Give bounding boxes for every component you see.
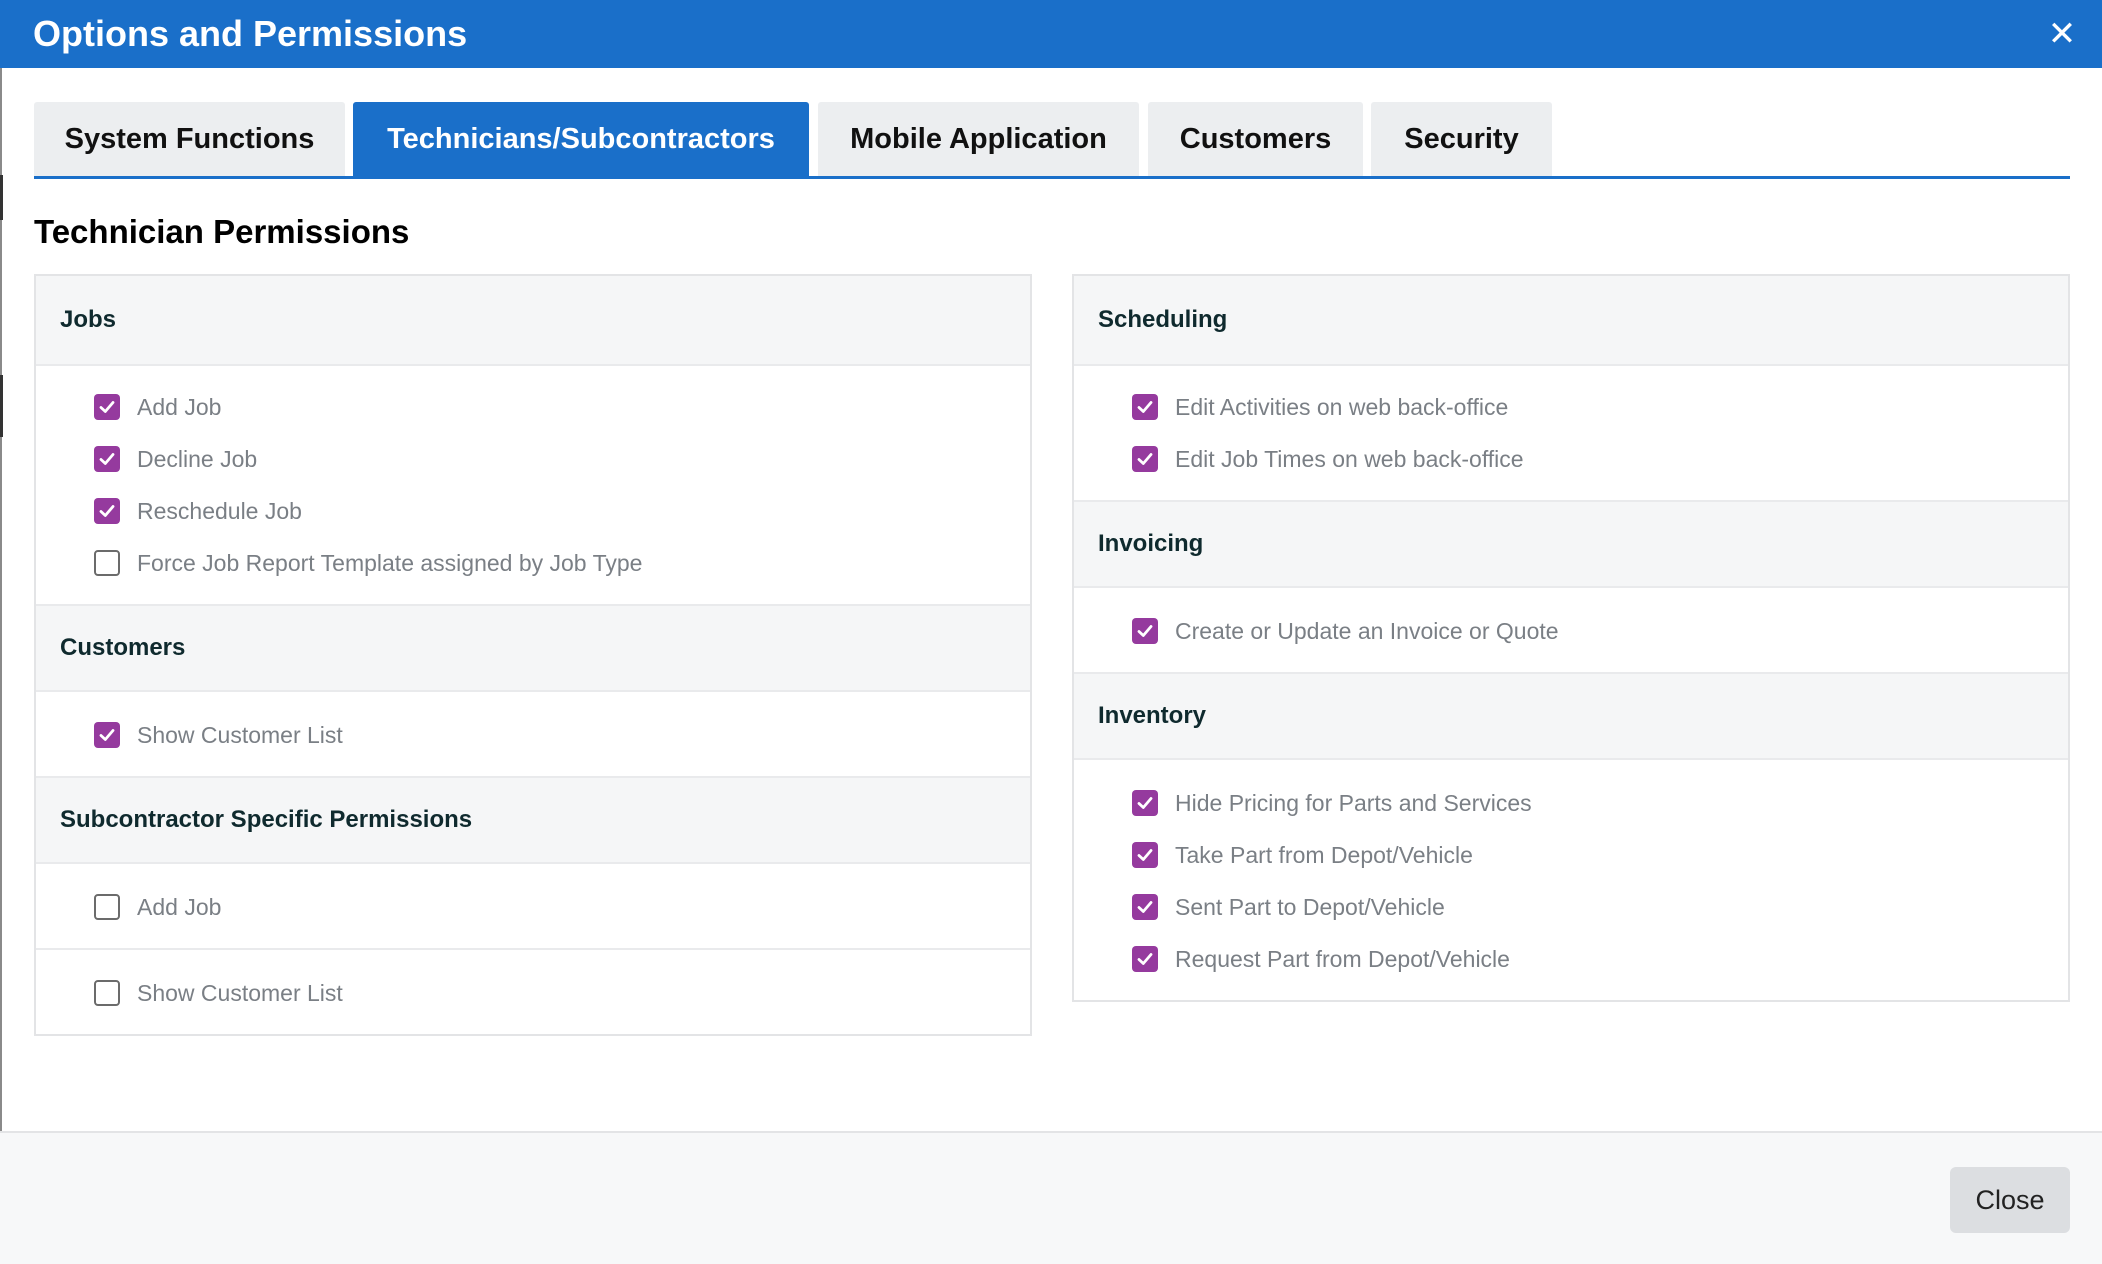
option-create-update-invoice[interactable]: Create or Update an Invoice or Quote	[1132, 613, 1559, 649]
group-header-invoicing: Invoicing	[1074, 500, 2068, 588]
option-label: Create or Update an Invoice or Quote	[1175, 617, 1559, 644]
option-label: Add Job	[137, 393, 222, 420]
checkbox-checked[interactable]	[94, 394, 120, 420]
left-permissions-panel: Jobs Add Job Decline Job Reschedule Job …	[34, 274, 1032, 1036]
window-edge-mark	[0, 175, 3, 220]
group-title: Jobs	[60, 306, 117, 333]
row-divider	[36, 948, 1030, 950]
option-hide-pricing[interactable]: Hide Pricing for Parts and Services	[1132, 785, 1532, 821]
option-label: Request Part from Depot/Vehicle	[1175, 945, 1510, 972]
option-label: Add Job	[137, 893, 222, 920]
option-decline-job[interactable]: Decline Job	[94, 441, 257, 477]
checkbox-checked[interactable]	[1132, 894, 1158, 920]
option-show-customer-list[interactable]: Show Customer List	[94, 717, 343, 753]
option-label: Edit Activities on web back-office	[1175, 393, 1509, 420]
checkbox-checked[interactable]	[1132, 946, 1158, 972]
close-button[interactable]: Close	[1950, 1167, 2070, 1233]
option-add-job[interactable]: Add Job	[94, 389, 221, 425]
option-label: Take Part from Depot/Vehicle	[1175, 841, 1473, 868]
option-label: Show Customer List	[137, 979, 343, 1006]
group-title: Invoicing	[1098, 530, 1204, 557]
option-force-job-report-template[interactable]: Force Job Report Template assigned by Jo…	[94, 545, 642, 581]
tab-system-functions[interactable]: System Functions	[34, 102, 345, 176]
checkbox-unchecked[interactable]	[94, 980, 120, 1006]
option-take-part[interactable]: Take Part from Depot/Vehicle	[1132, 837, 1473, 873]
checkbox-unchecked[interactable]	[94, 894, 120, 920]
group-header-inventory: Inventory	[1074, 672, 2068, 760]
close-icon[interactable]: ✕	[2044, 16, 2080, 52]
right-permissions-panel: Scheduling Edit Activities on web back-o…	[1072, 274, 2070, 1002]
checkbox-checked[interactable]	[1132, 618, 1158, 644]
dialog-title: Options and Permissions	[33, 13, 468, 54]
group-title: Scheduling	[1098, 306, 1228, 333]
option-label: Edit Job Times on web back-office	[1175, 445, 1524, 472]
group-header-subcontractor: Subcontractor Specific Permissions	[36, 776, 1030, 864]
option-subcontractor-show-customer-list[interactable]: Show Customer List	[94, 975, 343, 1011]
checkbox-checked[interactable]	[94, 498, 120, 524]
section-title: Technician Permissions	[34, 213, 410, 250]
option-sent-part[interactable]: Sent Part to Depot/Vehicle	[1132, 889, 1445, 925]
checkbox-checked[interactable]	[1132, 842, 1158, 868]
dialog-footer: Close	[0, 1131, 2102, 1264]
checkbox-checked[interactable]	[94, 722, 120, 748]
option-request-part[interactable]: Request Part from Depot/Vehicle	[1132, 941, 1510, 977]
checkbox-checked[interactable]	[94, 446, 120, 472]
option-label: Hide Pricing for Parts and Services	[1175, 789, 1532, 816]
group-title: Customers	[60, 634, 186, 661]
tab-security[interactable]: Security	[1371, 102, 1552, 176]
option-label: Force Job Report Template assigned by Jo…	[137, 549, 643, 576]
dialog-titlebar: Options and Permissions ✕	[0, 0, 2102, 68]
group-title: Inventory	[1098, 702, 1207, 729]
checkbox-unchecked[interactable]	[94, 550, 120, 576]
option-edit-activities[interactable]: Edit Activities on web back-office	[1132, 389, 1508, 425]
checkbox-checked[interactable]	[1132, 446, 1158, 472]
option-label: Sent Part to Depot/Vehicle	[1175, 893, 1445, 920]
option-label: Decline Job	[137, 445, 258, 472]
option-label: Reschedule Job	[137, 497, 302, 524]
option-subcontractor-add-job[interactable]: Add Job	[94, 889, 221, 925]
option-label: Show Customer List	[137, 721, 343, 748]
group-title: Subcontractor Specific Permissions	[60, 806, 473, 833]
group-header-scheduling: Scheduling	[1074, 276, 2068, 366]
tab-technicians-subcontractors[interactable]: Technicians/Subcontractors	[353, 102, 809, 176]
group-header-customers: Customers	[36, 604, 1030, 692]
tab-customers[interactable]: Customers	[1148, 102, 1363, 176]
option-reschedule-job[interactable]: Reschedule Job	[94, 493, 302, 529]
checkbox-checked[interactable]	[1132, 790, 1158, 816]
window-edge-mark	[0, 375, 3, 437]
tab-mobile-application[interactable]: Mobile Application	[818, 102, 1139, 176]
checkbox-checked[interactable]	[1132, 394, 1158, 420]
group-header-jobs: Jobs	[36, 276, 1030, 366]
tab-bar: System Functions Technicians/Subcontract…	[34, 102, 2070, 179]
option-edit-job-times[interactable]: Edit Job Times on web back-office	[1132, 441, 1524, 477]
